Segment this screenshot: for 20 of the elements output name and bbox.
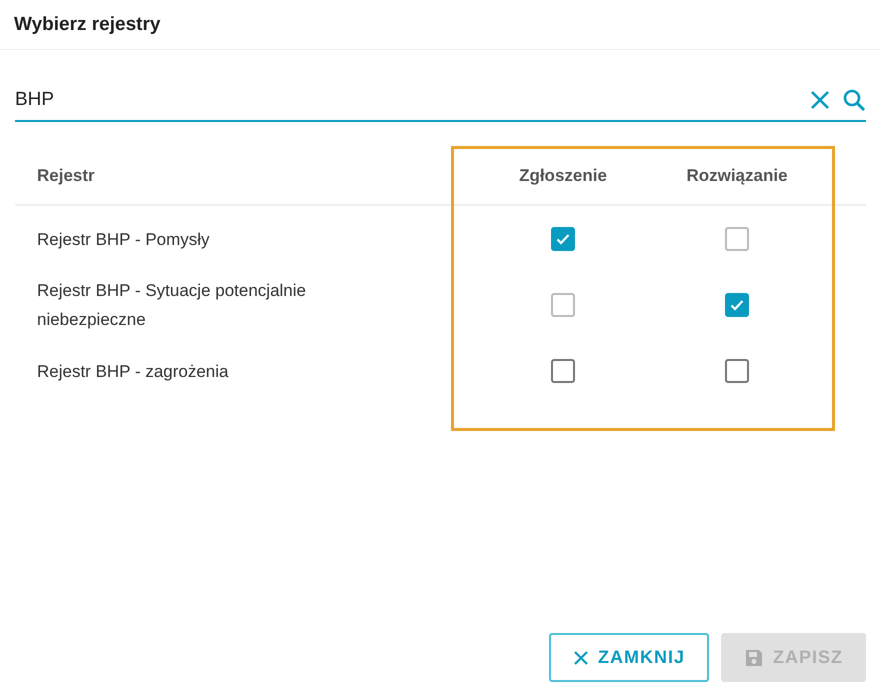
checkbox[interactable]: [725, 359, 749, 383]
checkbox[interactable]: [725, 293, 749, 317]
register-name: Rejestr BHP - Pomysły: [36, 228, 211, 250]
checkmark-icon: [556, 233, 570, 245]
close-icon: [810, 90, 830, 110]
register-name: Rejestr BHP - zagrożenia: [36, 360, 230, 382]
search-icon: [842, 88, 866, 112]
column-header: Rejestr: [36, 166, 96, 186]
column-header: Zgłoszenie: [518, 166, 608, 186]
checkbox[interactable]: [551, 359, 575, 383]
column-header: Rozwiązanie: [685, 166, 789, 186]
dialog-title: Wybierz rejestry: [14, 14, 160, 36]
clear-button[interactable]: [810, 90, 830, 110]
checkmark-icon: [730, 299, 744, 311]
search-button[interactable]: [842, 88, 866, 112]
search-input[interactable]: BHP: [15, 89, 798, 111]
search-field[interactable]: BHP: [15, 80, 866, 122]
close-icon: [572, 650, 589, 666]
checkbox[interactable]: [551, 227, 575, 251]
register-name: Rejestr BHP - Sytuacje potencjalnie niebezpieczne: [36, 280, 307, 331]
